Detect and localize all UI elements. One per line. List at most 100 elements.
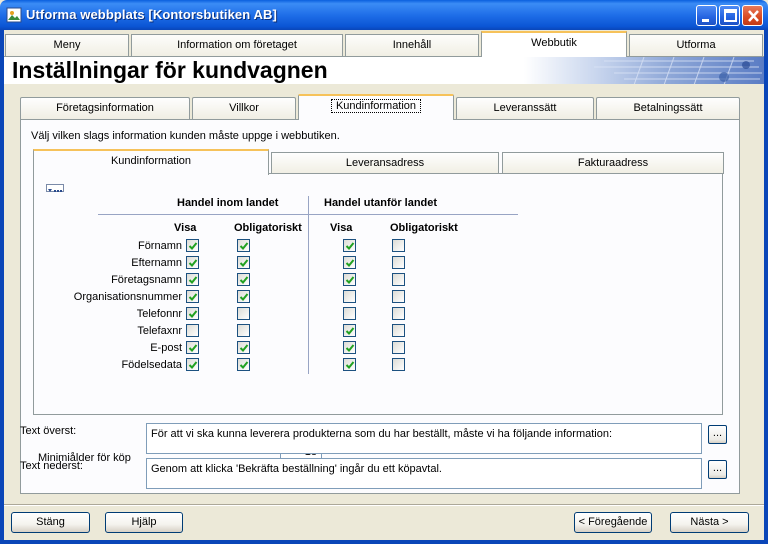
check-icon	[188, 276, 198, 284]
previous-button[interactable]: < Föregående	[574, 512, 652, 533]
col-header-domestic-show: Visa	[174, 222, 197, 234]
text-top-ellipsis-button[interactable]: ...	[708, 425, 727, 444]
main-area: Företagsinformation Villkor Kundinformat…	[4, 84, 764, 504]
checkbox-for-req[interactable]	[392, 290, 405, 303]
check-icon	[188, 293, 198, 301]
checkbox-for-req[interactable]	[392, 324, 405, 337]
check-icon	[345, 242, 355, 250]
checkbox-dom-req[interactable]	[237, 324, 250, 337]
tab-inner-fakturaadress[interactable]: Fakturaadress	[502, 152, 724, 174]
check-icon	[239, 361, 249, 369]
field-label: Efternamn	[131, 257, 182, 269]
check-icon	[188, 344, 198, 352]
top-navigation: Meny Information om företaget Innehåll W…	[4, 30, 764, 57]
checkbox-for-show[interactable]	[343, 290, 356, 303]
tab-inner-leveransadress[interactable]: Leveransadress	[271, 152, 499, 174]
tab-innehall[interactable]: Innehåll	[345, 34, 479, 56]
group-divider	[308, 196, 309, 374]
next-button[interactable]: Nästa >	[670, 512, 749, 533]
checkbox-for-req[interactable]	[392, 307, 405, 320]
checkbox-dom-req[interactable]	[237, 239, 250, 252]
checkbox-dom-show[interactable]	[186, 341, 199, 354]
help-button[interactable]: Hjälp	[105, 512, 183, 533]
tab-inner-kundinformation[interactable]: Kundinformation	[33, 149, 269, 175]
instruction-text: Välj vilken slags information kunden mås…	[31, 130, 340, 142]
check-icon	[239, 293, 249, 301]
tab-information-om-foretaget[interactable]: Information om företaget	[131, 34, 343, 56]
checkbox-for-show[interactable]	[343, 358, 356, 371]
checkbox-dom-req[interactable]	[237, 256, 250, 269]
tab-webbutik[interactable]: Webbutik	[481, 31, 627, 57]
checkbox-dom-show[interactable]	[186, 324, 199, 337]
checkbox-for-req[interactable]	[392, 239, 405, 252]
check-icon	[239, 242, 249, 250]
text-top-input[interactable]: För att vi ska kunna leverera produktern…	[146, 423, 702, 454]
title-bar: Utforma webbplats [Kontorsbutiken AB]	[0, 0, 768, 30]
checkbox-dom-show[interactable]	[186, 256, 199, 269]
close-button[interactable]: Stäng	[11, 512, 90, 533]
check-icon	[188, 361, 198, 369]
field-label: Förnamn	[137, 240, 182, 252]
tab-kundinformation-label: Kundinformation	[330, 99, 422, 113]
tab-utforma[interactable]: Utforma	[629, 34, 763, 56]
check-icon	[239, 259, 249, 267]
checkbox-for-req[interactable]	[392, 341, 405, 354]
checkbox-for-show[interactable]	[343, 341, 356, 354]
footer-divider	[4, 504, 764, 506]
expand-toggle-icon[interactable]	[46, 184, 64, 192]
tab-villkor[interactable]: Villkor	[192, 97, 296, 119]
field-label: Organisationsnummer	[73, 291, 182, 303]
check-icon	[188, 259, 198, 267]
checkbox-dom-req[interactable]	[237, 307, 250, 320]
tab-betalningssatt[interactable]: Betalningssätt	[596, 97, 740, 119]
field-label: Telefaxnr	[137, 325, 182, 337]
tab-foretagsinformation[interactable]: Företagsinformation	[20, 97, 190, 119]
window-title: Utforma webbplats [Kontorsbutiken AB]	[26, 7, 277, 22]
col-header-foreign-show: Visa	[330, 222, 353, 234]
checkbox-dom-req[interactable]	[237, 290, 250, 303]
checkbox-dom-show[interactable]	[186, 273, 199, 286]
checkbox-dom-show[interactable]	[186, 358, 199, 371]
tab-meny[interactable]: Meny	[5, 34, 129, 56]
tab-kundinformation[interactable]: Kundinformation	[298, 94, 454, 120]
field-label: Företagsnamn	[111, 274, 182, 286]
checkbox-for-req[interactable]	[392, 256, 405, 269]
checkbox-dom-show[interactable]	[186, 290, 199, 303]
customer-fields-grid: Handel inom landet Handel utanför landet…	[33, 173, 723, 464]
checkbox-dom-req[interactable]	[237, 273, 250, 286]
text-bottom-input[interactable]: Genom att klicka 'Bekräfta beställning' …	[146, 458, 702, 489]
maximize-button[interactable]	[719, 5, 740, 26]
group-header-foreign: Handel utanför landet	[324, 197, 438, 209]
check-icon	[345, 276, 355, 284]
checkbox-for-show[interactable]	[343, 324, 356, 337]
text-bottom-ellipsis-button[interactable]: ...	[708, 460, 727, 479]
checkbox-for-show[interactable]	[343, 273, 356, 286]
field-label: E-post	[150, 342, 182, 354]
check-icon	[188, 310, 198, 318]
checkbox-dom-req[interactable]	[237, 358, 250, 371]
tab-leveranssatt[interactable]: Leveranssätt	[456, 97, 594, 119]
check-icon	[345, 259, 355, 267]
minimize-button[interactable]	[696, 5, 717, 26]
check-icon	[345, 361, 355, 369]
checkbox-dom-show[interactable]	[186, 239, 199, 252]
page-title: Inställningar för kundvagnen	[12, 57, 328, 83]
checkbox-for-show[interactable]	[343, 239, 356, 252]
check-icon	[239, 276, 249, 284]
checkbox-dom-show[interactable]	[186, 307, 199, 320]
header-decoration	[524, 56, 764, 86]
col-header-domestic-required: Obligatoriskt	[234, 222, 302, 234]
close-window-button[interactable]	[742, 5, 763, 26]
field-label: Telefonnr	[136, 308, 182, 320]
checkbox-for-req[interactable]	[392, 358, 405, 371]
check-icon	[188, 242, 198, 250]
checkbox-for-show[interactable]	[343, 256, 356, 269]
app-icon	[6, 7, 22, 23]
checkbox-for-show[interactable]	[343, 307, 356, 320]
check-icon	[239, 344, 249, 352]
text-bottom-label: Text nederst:	[20, 460, 83, 472]
check-icon	[345, 344, 355, 352]
field-label: Födelsedata	[121, 359, 182, 371]
checkbox-for-req[interactable]	[392, 273, 405, 286]
checkbox-dom-req[interactable]	[237, 341, 250, 354]
